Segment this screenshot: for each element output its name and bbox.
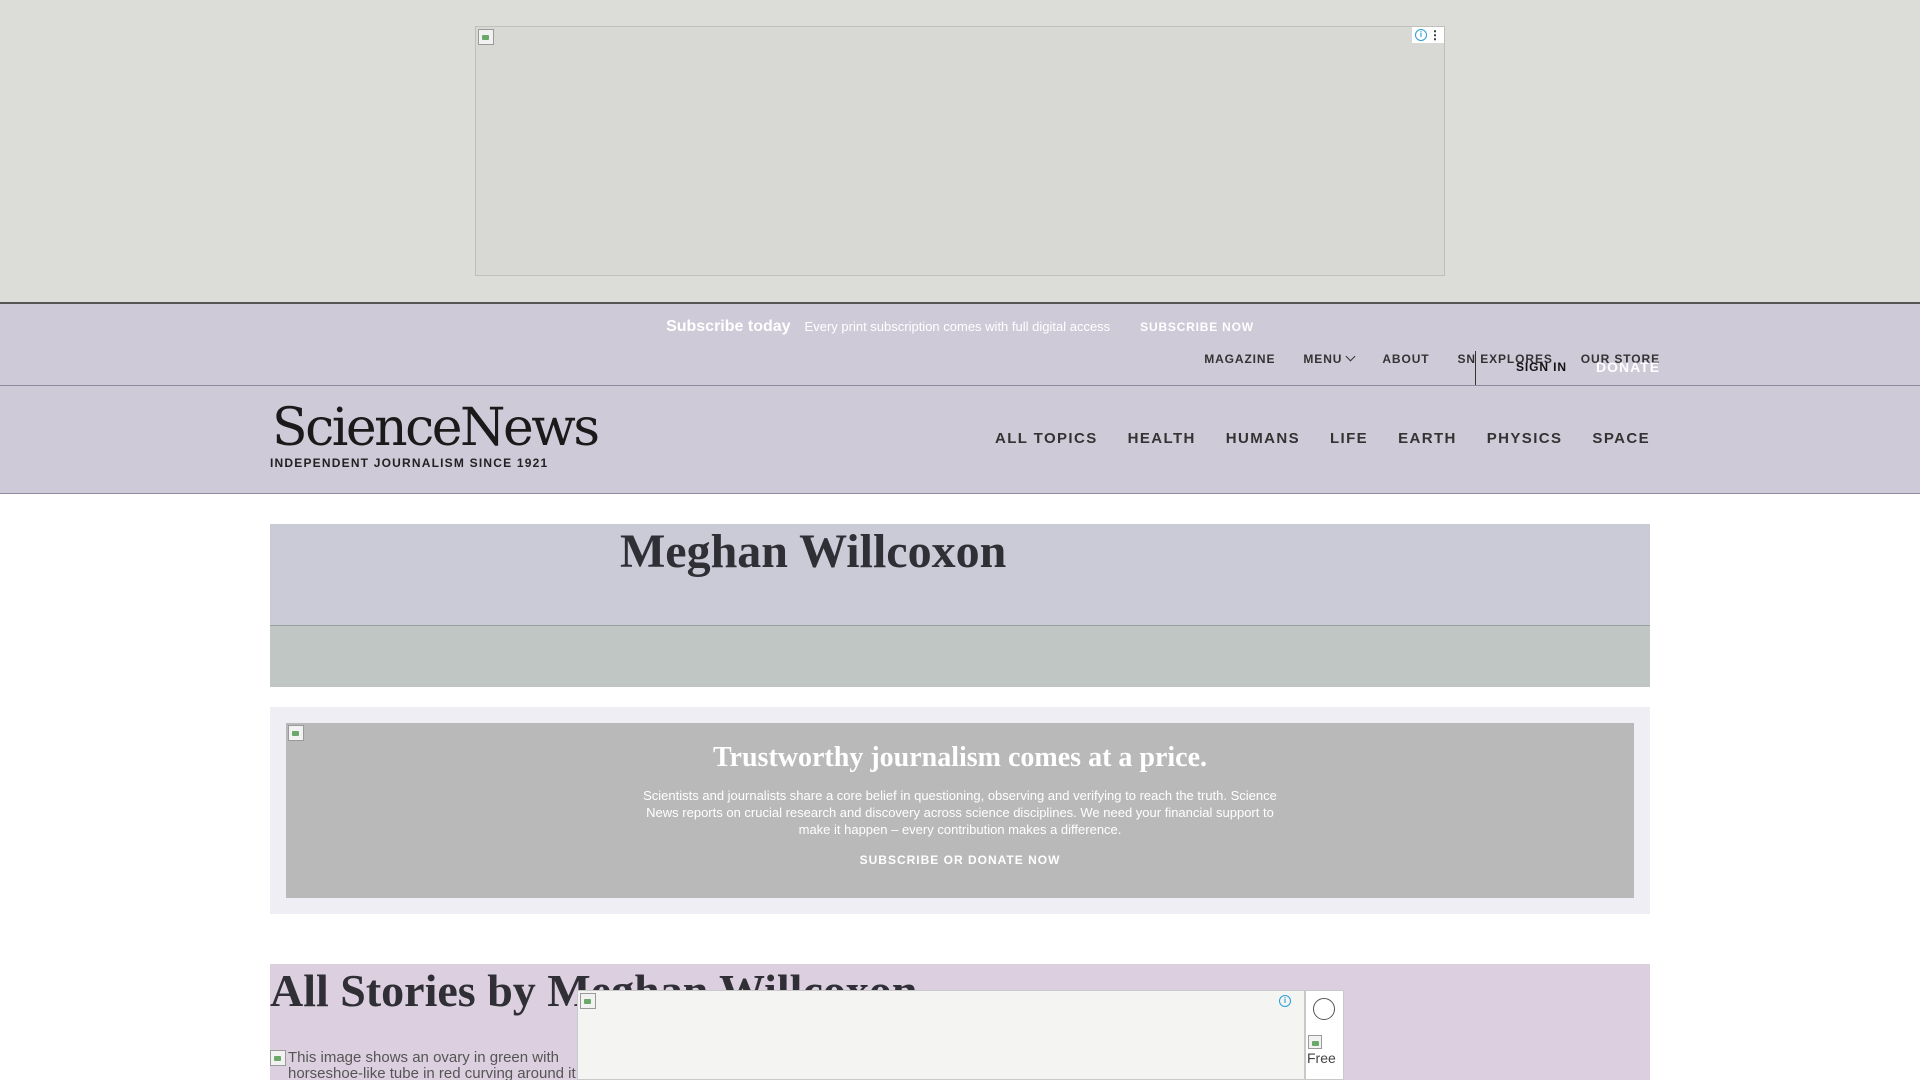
nav-about[interactable]: ABOUT: [1382, 352, 1429, 366]
broken-image-icon: [1308, 1035, 1322, 1049]
nav-menu[interactable]: MENU: [1303, 351, 1356, 366]
topic-health[interactable]: HEALTH: [1128, 430, 1196, 447]
story-image[interactable]: This image shows an ovary in green with …: [270, 1050, 590, 1080]
sticky-ad-side-panel: Free: [1305, 990, 1344, 1080]
info-icon[interactable]: i: [1415, 29, 1427, 41]
nav-menu-label: MENU: [1303, 352, 1343, 366]
top-ad-band: i ⋮: [0, 0, 1920, 302]
broken-image-icon: [270, 1050, 286, 1066]
author-name: Meghan Willcoxon: [620, 525, 1007, 578]
side-thumb-alt-text: Free: [1307, 1050, 1336, 1066]
donation-title: Trustworthy journalism comes at a price.: [712, 742, 1208, 773]
subscribe-now-link[interactable]: SUBSCRIBE NOW: [1140, 320, 1254, 334]
broken-image-icon: [478, 29, 494, 45]
utility-nav: MAGAZINE MENU ABOUT SN EXPLORES OUR STOR…: [1204, 351, 1660, 366]
author-info-strip: [270, 625, 1650, 687]
sticky-bottom-ad[interactable]: i: [577, 990, 1305, 1080]
nav-magazine[interactable]: MAGAZINE: [1204, 352, 1275, 366]
topic-humans[interactable]: HUMANS: [1226, 430, 1300, 447]
chevron-down-icon: [1345, 351, 1356, 362]
donation-promo: Trustworthy journalism comes at a price.…: [270, 707, 1650, 914]
story-image-alt-text: This image shows an ovary in green with …: [288, 1049, 576, 1080]
top-ad-banner[interactable]: i ⋮: [475, 26, 1445, 276]
topic-earth[interactable]: EARTH: [1398, 430, 1457, 447]
donation-promo-card: Trustworthy journalism comes at a price.…: [286, 723, 1634, 898]
sign-in-link[interactable]: SIGN IN: [1516, 360, 1567, 374]
kebab-menu-icon[interactable]: ⋮: [1429, 29, 1441, 41]
site-tagline: INDEPENDENT JOURNALISM SINCE 1921: [270, 456, 549, 470]
topic-nav: ALL TOPICS HEALTH HUMANS LIFE EARTH PHYS…: [995, 430, 1650, 447]
donate-link[interactable]: DONATE: [1596, 359, 1660, 375]
topic-physics[interactable]: PHYSICS: [1487, 430, 1563, 447]
utility-bar: Subscribe today Every print subscription…: [0, 302, 1920, 386]
promo-title: Subscribe today: [666, 318, 791, 335]
subscribe-promo: Subscribe today Every print subscription…: [0, 318, 1920, 336]
broken-image-icon: [580, 993, 596, 1009]
topic-space[interactable]: SPACE: [1592, 430, 1650, 447]
main-header: ScienceNews INDEPENDENT JOURNALISM SINCE…: [0, 386, 1920, 494]
close-icon[interactable]: [1313, 998, 1335, 1020]
ad-choices[interactable]: i ⋮: [1412, 27, 1444, 43]
ad-choices[interactable]: i: [1276, 993, 1294, 1009]
donation-body: Scientists and journalists share a core …: [643, 788, 1277, 837]
author-header: Meghan Willcoxon: [270, 524, 1650, 687]
info-icon[interactable]: i: [1279, 995, 1291, 1007]
side-thumbnail[interactable]: Free: [1307, 1035, 1341, 1077]
topic-all-topics[interactable]: ALL TOPICS: [995, 430, 1098, 447]
subscribe-or-donate-link[interactable]: SUBSCRIBE OR DONATE NOW: [286, 853, 1634, 867]
site-logo[interactable]: ScienceNews: [272, 402, 600, 454]
topic-life[interactable]: LIFE: [1330, 430, 1368, 447]
broken-image-icon: [288, 725, 304, 741]
utility-divider: [1475, 351, 1476, 385]
promo-text: Every print subscription comes with full…: [804, 319, 1111, 334]
